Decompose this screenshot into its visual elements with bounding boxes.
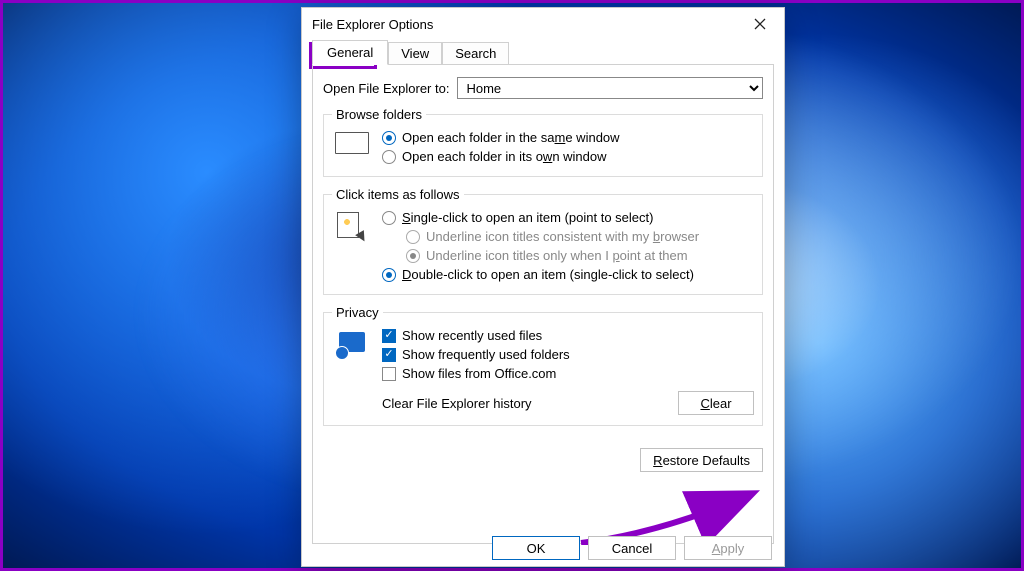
checkbox-office-files[interactable]: [382, 367, 396, 381]
open-explorer-select[interactable]: Home: [457, 77, 763, 99]
ok-button[interactable]: OK: [492, 536, 580, 560]
radio-double-click[interactable]: [382, 268, 396, 282]
titlebar: File Explorer Options: [302, 8, 784, 40]
file-explorer-options-dialog: File Explorer Options General View Searc…: [301, 7, 785, 567]
radio-underline-point-label: Underline icon titles only when I point …: [426, 248, 688, 263]
folder-icon: [332, 128, 372, 166]
privacy-group: Privacy ✓ Show recently used files ✓ Sho…: [323, 305, 763, 426]
checkbox-frequent-folders-label: Show frequently used folders: [402, 347, 570, 362]
checkbox-recent-files[interactable]: ✓: [382, 329, 396, 343]
apply-button: Apply: [684, 536, 772, 560]
radio-underline-point: [406, 249, 420, 263]
radio-single-click-label: Single-click to open an item (point to s…: [402, 210, 653, 225]
radio-own-window[interactable]: [382, 150, 396, 164]
dialog-title: File Explorer Options: [312, 17, 746, 32]
privacy-icon: [332, 326, 372, 383]
radio-same-window-label: Open each folder in the same window: [402, 130, 620, 145]
checkbox-frequent-folders[interactable]: ✓: [382, 348, 396, 362]
radio-underline-browser: [406, 230, 420, 244]
click-icon: [332, 208, 372, 284]
checkbox-recent-files-label: Show recently used files: [402, 328, 542, 343]
browse-folders-legend: Browse folders: [332, 107, 426, 122]
tab-search[interactable]: Search: [442, 42, 509, 65]
radio-double-click-label: Double-click to open an item (single-cli…: [402, 267, 694, 282]
checkbox-office-files-label: Show files from Office.com: [402, 366, 556, 381]
click-items-group: Click items as follows Single-click to o…: [323, 187, 763, 295]
radio-same-window[interactable]: [382, 131, 396, 145]
privacy-legend: Privacy: [332, 305, 383, 320]
open-explorer-label: Open File Explorer to:: [323, 81, 449, 96]
dialog-footer: OK Cancel Apply: [302, 536, 784, 560]
tab-view[interactable]: View: [388, 42, 442, 65]
close-icon: [754, 18, 766, 30]
browse-folders-group: Browse folders Open each folder in the s…: [323, 107, 763, 177]
cancel-button[interactable]: Cancel: [588, 536, 676, 560]
close-button[interactable]: [746, 10, 774, 38]
radio-underline-browser-label: Underline icon titles consistent with my…: [426, 229, 699, 244]
tab-strip: General View Search: [302, 40, 784, 65]
restore-defaults-button[interactable]: Restore Defaults: [640, 448, 763, 472]
radio-own-window-label: Open each folder in its own window: [402, 149, 607, 164]
clear-history-label: Clear File Explorer history: [382, 396, 668, 411]
clear-button[interactable]: Clear: [678, 391, 754, 415]
click-items-legend: Click items as follows: [332, 187, 464, 202]
tab-general[interactable]: General: [312, 40, 388, 65]
general-pane: Open File Explorer to: Home Browse folde…: [312, 64, 774, 544]
radio-single-click[interactable]: [382, 211, 396, 225]
